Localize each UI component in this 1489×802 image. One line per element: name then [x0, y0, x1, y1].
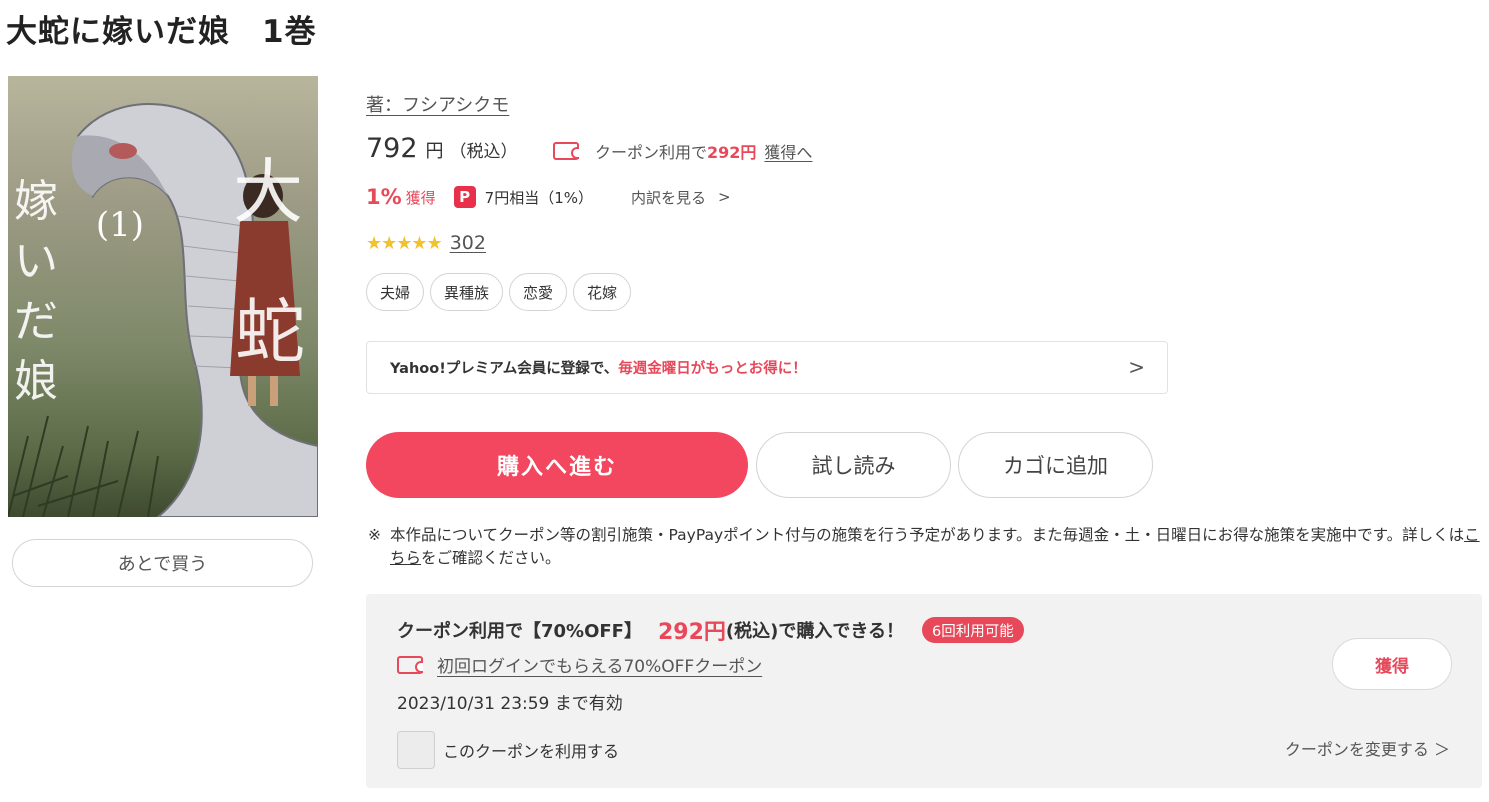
use-coupon-checkbox[interactable]: [397, 731, 435, 769]
tag-chip[interactable]: 恋愛: [509, 273, 568, 311]
svg-text:だ: だ: [14, 296, 58, 347]
svg-text:娘: 娘: [14, 356, 58, 407]
price-value: 792: [366, 133, 418, 164]
premium-banner-text: Yahoo!プレミアム会員に登録で、: [390, 361, 619, 377]
campaign-notice: ※ 本作品についてクーポン等の割引施策・PayPayポイント付与の施策を行う予定…: [368, 524, 1480, 570]
notice-text: 本作品についてクーポン等の割引施策・PayPayポイント付与の施策を行う予定があ…: [390, 526, 1465, 544]
cover-illustration: 大 蛇 嫁 い だ 娘 (1): [8, 103, 318, 517]
buy-button[interactable]: 購入へ進む: [366, 432, 748, 498]
get-coupon-button[interactable]: 獲得: [1332, 638, 1452, 690]
svg-text:大: 大: [233, 151, 303, 233]
coupon-validity: 2023/10/31 23:59 まで有効: [397, 694, 623, 714]
tag-list: 夫婦 異種族 恋愛 花嫁: [366, 273, 632, 311]
author-link[interactable]: 著：フシアシクモ: [366, 91, 509, 117]
coupon-summary-prefix: クーポン利用で: [595, 143, 708, 162]
tag-chip[interactable]: 夫婦: [366, 273, 425, 311]
notice-mark: ※: [368, 526, 381, 544]
change-coupon-link[interactable]: クーポンを変更する ＞: [1285, 736, 1450, 760]
coupon-summary-price: 292円: [707, 143, 757, 162]
paypay-icon: P: [453, 186, 476, 208]
coupon-price-suffix: (税込)で購入できる！: [725, 621, 905, 642]
star-rating-icon: ★★★★★: [366, 232, 443, 254]
notice-text-after: をご確認ください。: [421, 549, 561, 567]
points-percent: 1%: [366, 185, 402, 209]
tag-chip[interactable]: 異種族: [430, 273, 504, 311]
coupon-price: 292円: [657, 620, 726, 645]
notice-body: 本作品についてクーポン等の割引施策・PayPayポイント付与の施策を行う予定があ…: [368, 524, 1480, 570]
coupon-summary: クーポン利用で 292円 獲得へ: [553, 139, 812, 163]
cover-image[interactable]: 大 蛇 嫁 い だ 娘 (1): [8, 76, 318, 517]
use-coupon-label[interactable]: このクーポンを利用する: [443, 738, 619, 762]
price-unit: 円: [425, 141, 444, 162]
points-row: 1% 獲得 P 7円相当（1%） 内訳を見る >: [366, 185, 731, 209]
premium-banner-highlight: 毎週金曜日がもっとお得に！: [618, 361, 807, 377]
coupon-name-row[interactable]: 初回ログインでもらえる70%OFFクーポン: [397, 652, 762, 677]
coupon-get-link[interactable]: 獲得へ: [764, 139, 812, 163]
rating-row: ★★★★★ 302: [366, 232, 486, 254]
coupon-headline: クーポン利用で【70%OFF】 292円 (税込)で購入できる！ 6回利用可能: [397, 614, 1024, 646]
svg-text:(1): (1): [96, 205, 144, 245]
coupon-name-link[interactable]: 初回ログインでもらえる70%OFFクーポン: [437, 652, 762, 677]
use-coupon-row[interactable]: このクーポンを利用する: [397, 731, 619, 769]
coupon-usage-badge: 6回利用可能: [922, 617, 1024, 643]
ticket-icon: [397, 655, 423, 674]
svg-text:蛇: 蛇: [235, 291, 305, 373]
premium-banner[interactable]: Yahoo!プレミアム会員に登録で、 毎週金曜日がもっとお得に！ >: [366, 341, 1168, 394]
paypay-points-value: 7円相当（1%）: [484, 188, 594, 207]
tag-chip[interactable]: 花嫁: [573, 273, 632, 311]
sample-read-button[interactable]: 試し読み: [756, 432, 951, 498]
points-breakdown-link[interactable]: 内訳を見る: [631, 187, 706, 208]
coupon-headline-text: クーポン利用で【70%OFF】: [397, 621, 642, 642]
add-to-cart-button[interactable]: カゴに追加: [958, 432, 1153, 498]
chevron-right-icon: >: [1128, 355, 1145, 379]
coupon-panel: クーポン利用で【70%OFF】 292円 (税込)で購入できる！ 6回利用可能 …: [366, 594, 1482, 788]
price-tax: （税込）: [449, 142, 518, 162]
review-count-link[interactable]: 302: [450, 232, 486, 254]
buy-later-button[interactable]: あとで買う: [12, 539, 313, 587]
svg-text:い: い: [14, 236, 58, 287]
points-percent-label: 獲得: [405, 188, 436, 207]
ticket-icon: [553, 142, 579, 160]
page-title: 大蛇に嫁いだ娘 1巻: [6, 14, 317, 50]
price-row: 792 円 （税込）: [366, 133, 518, 169]
chevron-right-icon[interactable]: >: [718, 188, 731, 206]
svg-text:嫁: 嫁: [14, 176, 58, 227]
